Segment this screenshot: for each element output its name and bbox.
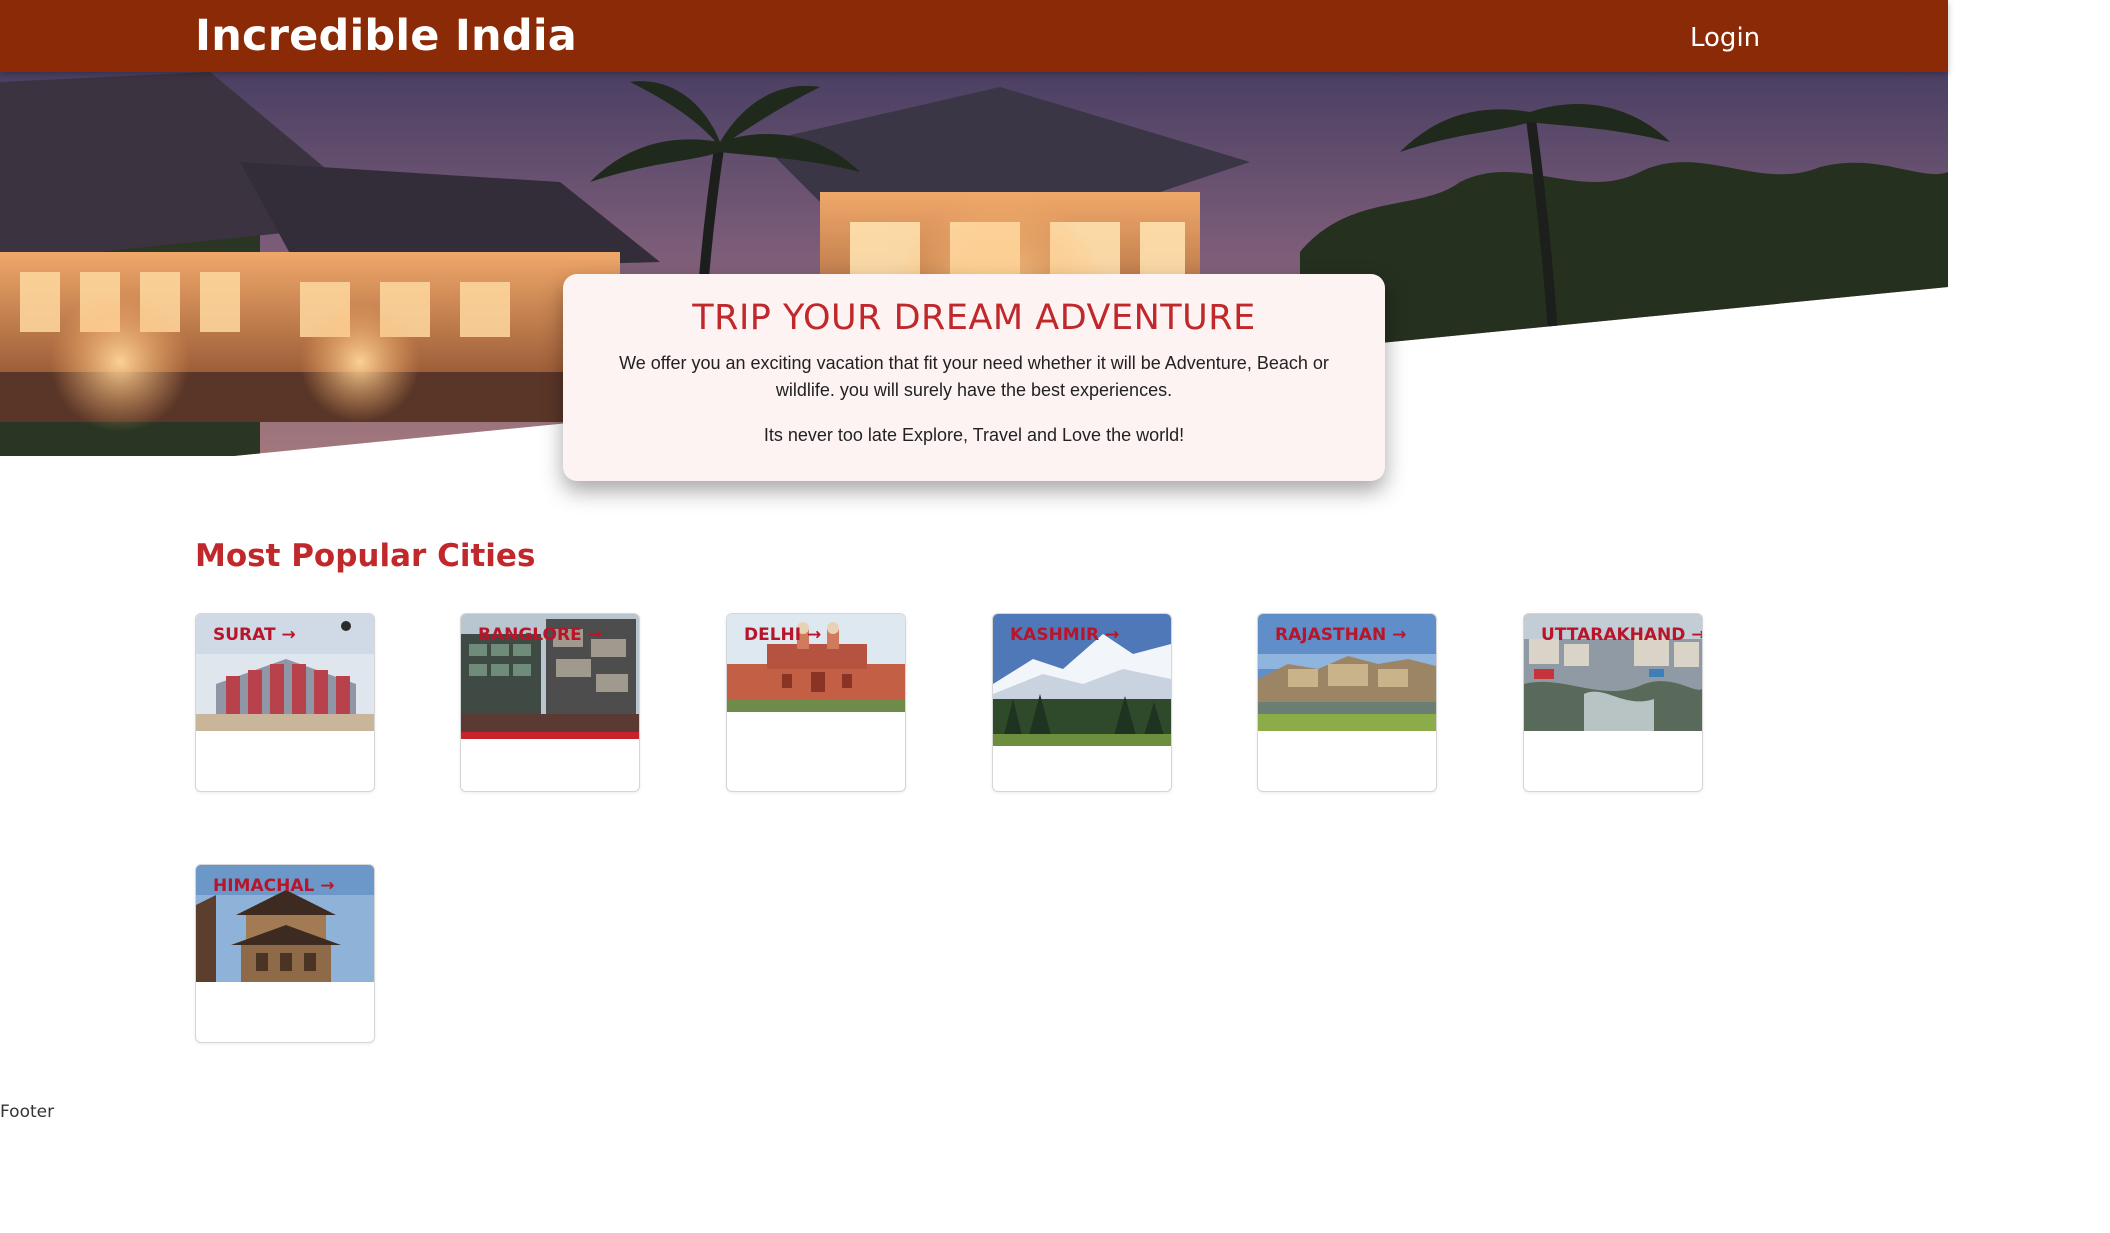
city-card-rajasthan[interactable]: RAJASTHAN → xyxy=(1257,613,1437,792)
hero-card: TRIP YOUR DREAM ADVENTURE We offer you a… xyxy=(563,274,1385,481)
city-link-kashmir[interactable]: KASHMIR → xyxy=(1010,624,1119,646)
city-link-banglore[interactable]: BANGLORE → xyxy=(478,624,602,646)
popular-cities-heading: Most Popular Cities xyxy=(195,538,536,574)
city-card-uttarakhand[interactable]: UTTARAKHAND → xyxy=(1523,613,1703,792)
footer-text: Footer xyxy=(0,1102,55,1122)
top-navbar: Incredible India Login xyxy=(0,0,1948,72)
city-card-surat[interactable]: SURAT → xyxy=(195,613,375,792)
city-card-himachal[interactable]: HIMACHAL → xyxy=(195,864,375,1043)
page: Incredible India Login TRIP YOUR DREAM A… xyxy=(0,0,2110,1233)
city-link-surat[interactable]: SURAT → xyxy=(213,624,296,646)
city-card-delhi[interactable]: DELHI → xyxy=(726,613,906,792)
hero-title: TRIP YOUR DREAM ADVENTURE xyxy=(692,298,1256,338)
city-link-delhi[interactable]: DELHI → xyxy=(744,624,821,646)
city-card-kashmir[interactable]: KASHMIR → xyxy=(992,613,1172,792)
hero-tagline: Its never too late Explore, Travel and L… xyxy=(763,425,1185,445)
city-card-banglore[interactable]: BANGLORE → xyxy=(460,613,640,792)
city-link-uttarakhand[interactable]: UTTARAKHAND → xyxy=(1541,624,1702,646)
city-link-himachal[interactable]: HIMACHAL → xyxy=(213,875,334,897)
city-link-rajasthan[interactable]: RAJASTHAN → xyxy=(1275,624,1406,646)
hero-description: We offer you an exciting vacation that f… xyxy=(619,353,1329,400)
brand-logo-link[interactable]: Incredible India xyxy=(195,6,577,66)
login-link[interactable]: Login xyxy=(1690,20,1760,56)
